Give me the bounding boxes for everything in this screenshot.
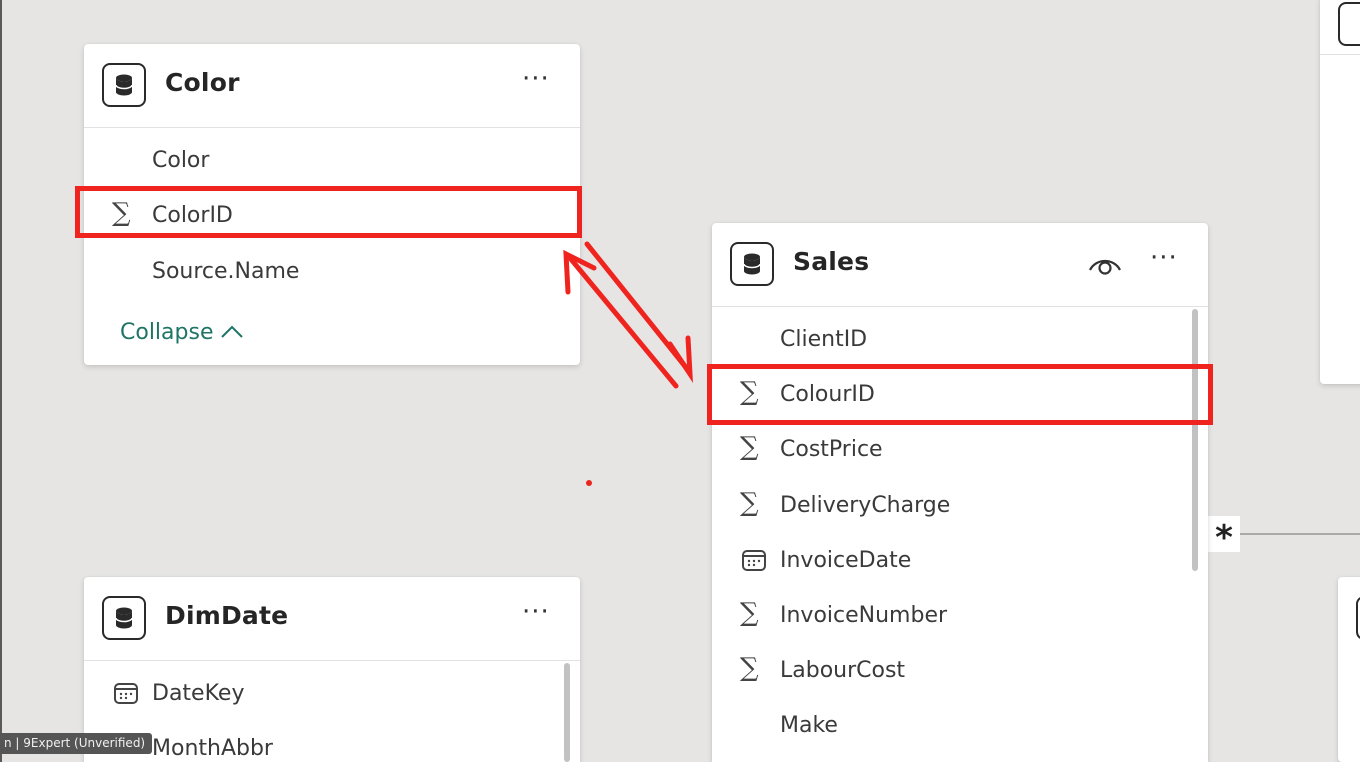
- arrow-to-color: [567, 255, 679, 389]
- watermark-label: n | 9Expert (Unverified): [0, 733, 153, 754]
- annotation-arrows: [563, 241, 694, 389]
- arrow-to-sales-head: [667, 335, 694, 384]
